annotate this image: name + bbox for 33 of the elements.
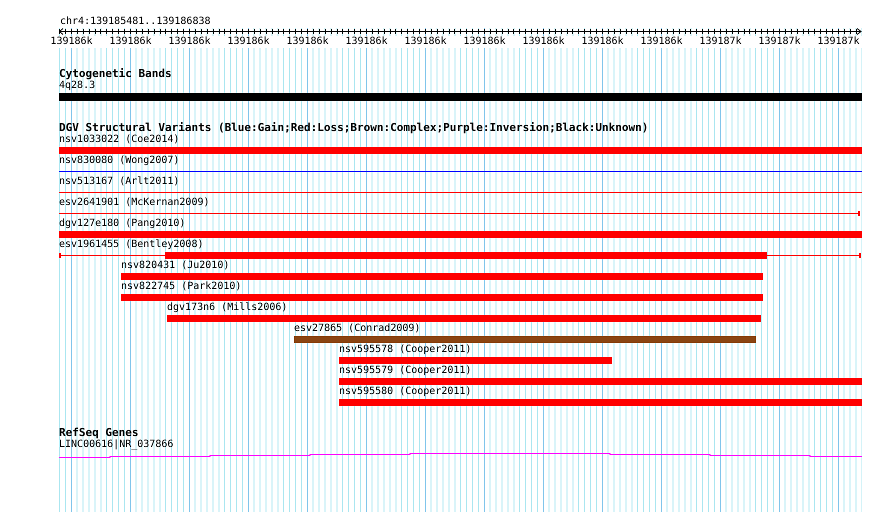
variant-label[interactable]: nsv595578 (Cooper2011) xyxy=(339,344,472,356)
ruler-tick-label: 139187k xyxy=(816,36,861,48)
ruler-tick-label: 139186k xyxy=(403,36,448,48)
band-label: 4q28.3 xyxy=(59,80,96,92)
variant-label[interactable]: esv27865 (Conrad2009) xyxy=(294,323,420,335)
gene-label[interactable]: LINC00616|NR_037866 xyxy=(59,439,174,451)
variant-label[interactable]: nsv1033022 (Coe2014) xyxy=(59,134,180,146)
ruler-tick-label: 139187k xyxy=(698,36,743,48)
ruler-tick-label: 139186k xyxy=(639,36,684,48)
variant-label[interactable]: nsv595579 (Cooper2011) xyxy=(339,365,472,377)
track-title: DGV Structural Variants (Blue:Gain;Red:Loss;Brown:Complex;Purple:Inversion;Black:Unknown) xyxy=(59,122,648,134)
track-title: RefSeq Genes xyxy=(59,427,138,439)
variant-label[interactable]: dgv173n6 (Mills2006) xyxy=(167,302,288,314)
ruler-tick-label: 139186k xyxy=(167,36,212,48)
variant-label[interactable]: nsv595580 (Cooper2011) xyxy=(339,386,472,398)
variant-label[interactable]: esv2641901 (McKernan2009) xyxy=(59,197,210,209)
variant-label[interactable]: nsv822745 (Park2010) xyxy=(121,281,242,293)
ruler-tick-label: 139186k xyxy=(462,36,507,48)
ruler-tick-label: 139186k xyxy=(108,36,153,48)
variant-label[interactable]: nsv830080 (Wong2007) xyxy=(59,155,180,167)
ruler-tick-label: 139186k xyxy=(226,36,271,48)
ruler-tick-label: 139186k xyxy=(285,36,330,48)
variant-label[interactable]: nsv820431 (Ju2010) xyxy=(121,260,230,272)
ruler-tick-label: 139186k xyxy=(344,36,389,48)
chromosome-location: chr4:139185481..139186838 xyxy=(60,15,211,28)
ruler-tick-label: 139186k xyxy=(580,36,625,48)
ruler-tick-label: 139186k xyxy=(49,36,94,48)
ruler-tick-label: 139186k xyxy=(521,36,566,48)
variant-label[interactable]: esv1961455 (Bentley2008) xyxy=(59,239,204,251)
variant-label[interactable]: nsv513167 (Arlt2011) xyxy=(59,176,180,188)
track-title: Cytogenetic Bands xyxy=(59,68,172,80)
ruler-tick-label: 139187k xyxy=(757,36,802,48)
variant-label[interactable]: dgv127e180 (Pang2010) xyxy=(59,218,186,230)
